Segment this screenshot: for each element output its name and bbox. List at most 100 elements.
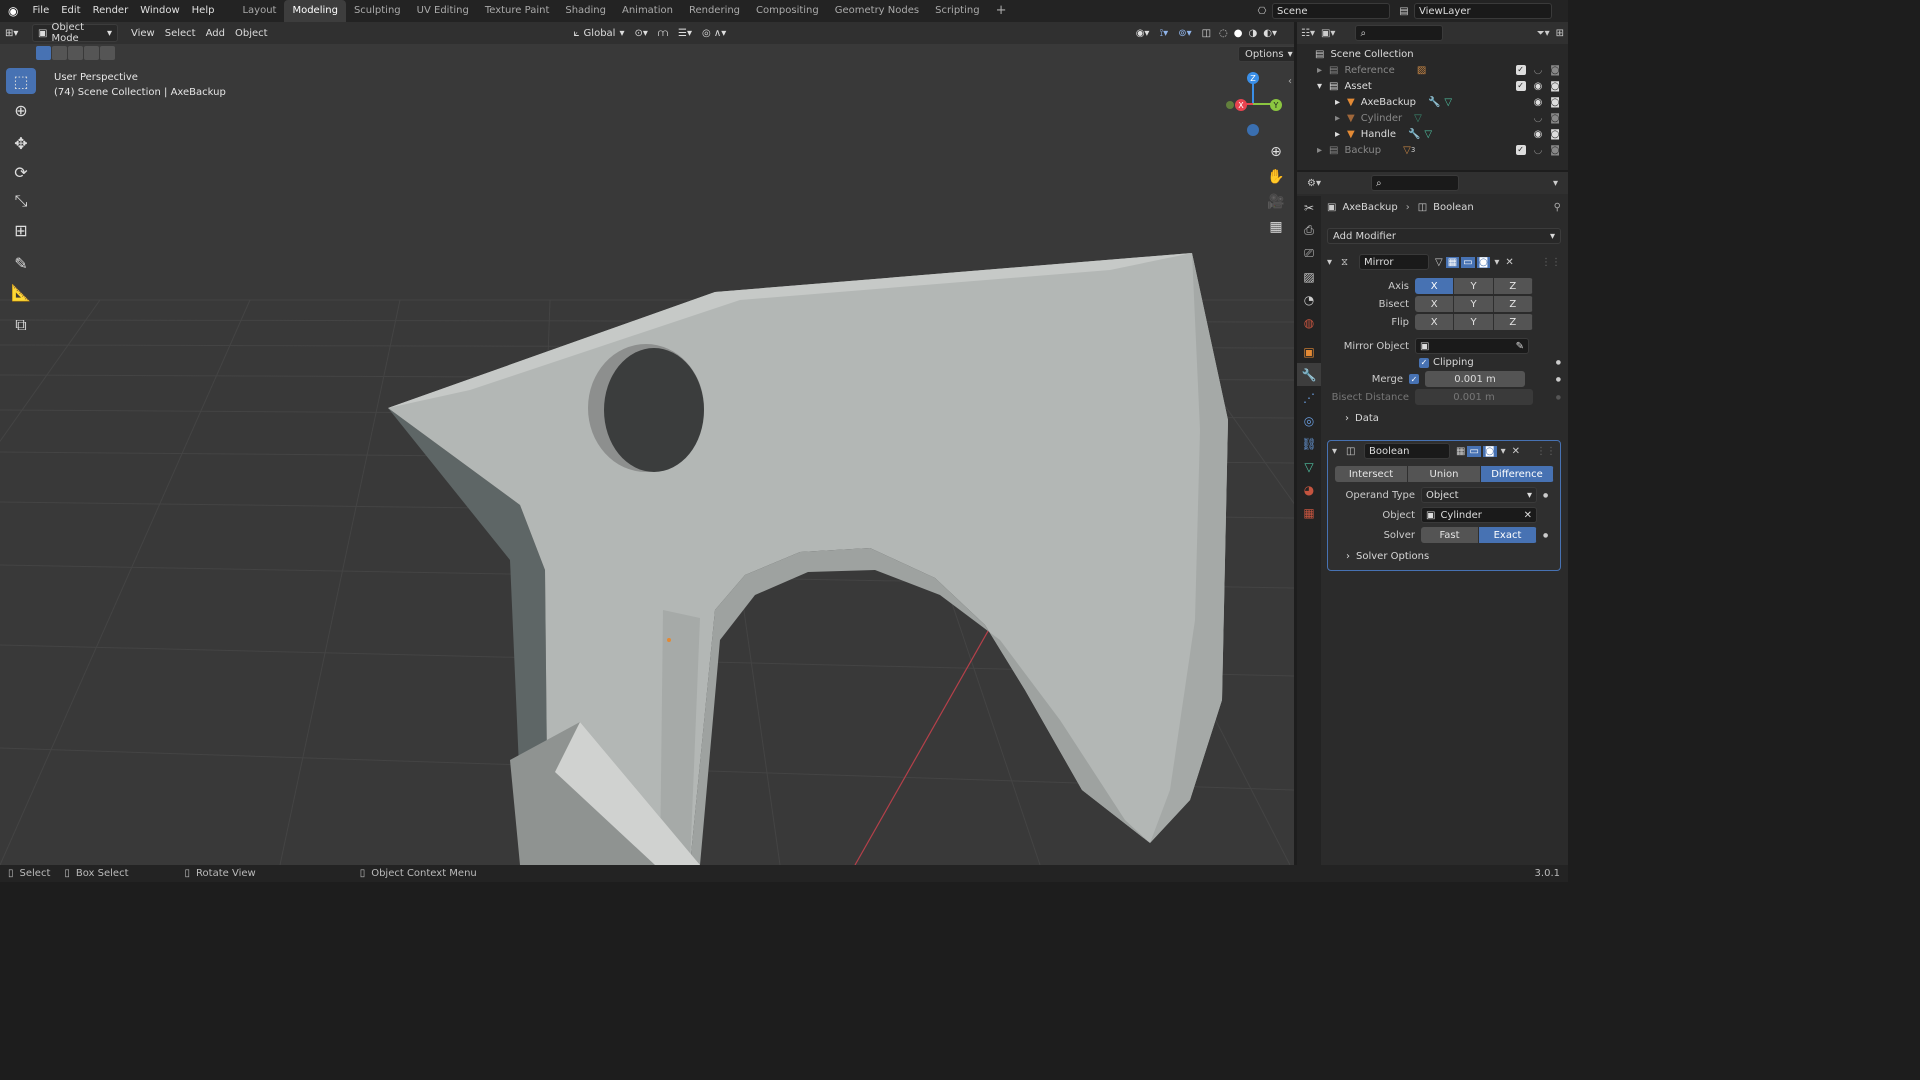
view-layer-icon[interactable]: ▤ [1394,6,1414,17]
bisect-distance-field[interactable]: 0.001 m [1415,389,1533,405]
tool-tab-icon[interactable]: ✂ [1297,196,1321,219]
sidebar-toggle-icon[interactable]: ‹ [1288,76,1292,87]
menu-help[interactable]: Help [186,0,221,22]
merge-value-field[interactable]: 0.001 m [1425,371,1525,387]
viewport-display-icon[interactable]: ▭ [1461,256,1475,268]
camera-icon[interactable]: ◙ [1550,145,1560,156]
blender-logo-icon[interactable]: ◉ [0,0,26,22]
gizmo-neg-z-axis[interactable] [1247,124,1259,136]
view-layer-field[interactable]: ViewLayer [1414,3,1552,19]
data-tab-icon[interactable]: ▽ [1297,455,1321,478]
menu-render[interactable]: Render [87,0,135,22]
menu-object[interactable]: Object [230,24,273,42]
boolean-name-field[interactable]: Boolean [1364,443,1450,459]
editmode-cage-icon[interactable]: ▦ [1456,446,1465,457]
render-display-icon[interactable]: ◙ [1476,256,1491,268]
physics-tab-icon[interactable]: ◎ [1297,409,1321,432]
tab-rendering[interactable]: Rendering [681,0,748,22]
outliner-search-input[interactable]: ⌕ [1355,25,1444,41]
select-new-icon[interactable] [36,46,51,60]
mirror-name-field[interactable]: Mirror [1359,254,1429,270]
axis-y-button[interactable]: Y [1454,278,1494,294]
properties-editor-icon[interactable]: ⚙▾ [1307,178,1321,189]
tab-uv-editing[interactable]: UV Editing [409,0,477,22]
camera-icon[interactable]: ◙ [1550,97,1560,108]
annotate-tool-icon[interactable]: ✎ [6,250,36,276]
shading-solid-icon[interactable]: ● [1231,24,1246,42]
tab-geometry-nodes[interactable]: Geometry Nodes [827,0,927,22]
eye-hidden-icon[interactable]: ◡ [1534,145,1543,156]
shading-rendered-icon[interactable]: ◐▾ [1260,24,1280,42]
gizmo-toggle-icon[interactable]: ⟟▾ [1154,24,1173,42]
outliner-item-asset[interactable]: ▾ ▤ Asset ✓ ◉ ◙ [1297,78,1568,94]
chevron-down-icon[interactable]: ▾ [1494,257,1499,268]
options-dropdown[interactable]: Options ▾ [1238,46,1294,62]
chevron-down-icon[interactable]: ▾ [1553,178,1558,189]
outliner-item-reference[interactable]: ▸ ▤ Reference ▨ ✓ ◡ ◙ [1297,62,1568,78]
select-invert-icon[interactable] [84,46,99,60]
solver-exact-button[interactable]: Exact [1479,527,1537,543]
measure-tool-icon[interactable]: 📐 [6,279,36,305]
outliner-item-handle[interactable]: ▸ ▼ Handle 🔧 ▽ ◉ ◙ [1297,126,1568,142]
editmode-cage-icon[interactable]: ▦ [1445,256,1460,268]
bisect-x-button[interactable]: X [1415,296,1455,312]
outliner-item-axebackup[interactable]: ▸ ▼ AxeBackup 🔧 ▽ ◉ ◙ [1297,94,1568,110]
union-button[interactable]: Union [1408,466,1481,482]
zoom-icon[interactable]: ⊕ [1264,140,1288,164]
keyframe-dot-icon[interactable]: ● [1543,532,1548,539]
camera-icon[interactable]: ◙ [1550,129,1560,140]
data-subpanel[interactable]: › Data [1327,413,1561,424]
solver-fast-button[interactable]: Fast [1421,527,1479,543]
keyframe-dot-icon[interactable]: ● [1556,394,1561,401]
shading-wireframe-icon[interactable]: ◌ [1216,24,1231,42]
edit-mode-toggle-icon[interactable]: ▽ [1435,257,1443,268]
axis-x-button[interactable]: X [1415,278,1455,294]
menu-file[interactable]: File [26,0,55,22]
keyframe-dot-icon[interactable]: ● [1556,376,1561,383]
add-workspace-icon[interactable]: + [988,0,1015,22]
output-tab-icon[interactable]: ⎚ [1297,242,1321,265]
menu-edit[interactable]: Edit [55,0,86,22]
snap-target-icon[interactable]: ☰▾ [673,24,697,42]
eye-hidden-icon[interactable]: ◡ [1534,113,1543,124]
add-modifier-dropdown[interactable]: Add Modifier ▾ [1327,228,1561,244]
shading-material-icon[interactable]: ◑ [1246,24,1261,42]
camera-icon[interactable]: ◙ [1550,113,1560,124]
scene-field[interactable]: Scene [1272,3,1390,19]
navigation-gizmo[interactable]: Z Y X [1218,68,1288,142]
axis-z-button[interactable]: Z [1493,278,1533,294]
solver-options-subpanel[interactable]: › Solver Options [1328,551,1560,562]
tab-texture-paint[interactable]: Texture Paint [477,0,558,22]
mirror-object-field[interactable]: ▣ ✎ [1415,338,1529,354]
pin-icon[interactable]: ⚲ [1554,202,1561,213]
properties-search-input[interactable]: ⌕ [1370,175,1459,191]
select-subtract-icon[interactable] [68,46,83,60]
editor-type-icon[interactable]: ⊞▾ [0,24,32,42]
eye-icon[interactable]: ◉ [1534,129,1543,140]
view-layer-tab-icon[interactable]: ▨ [1297,265,1321,288]
eyedropper-icon[interactable]: ✎ [1516,341,1524,352]
mode-dropdown[interactable]: ▣ Object Mode ▾ [32,22,118,44]
particles-tab-icon[interactable]: ⋰ [1297,386,1321,409]
camera-icon[interactable]: ◙ [1550,81,1560,92]
render-tab-icon[interactable]: ⎙ [1297,219,1321,242]
outliner-scene-collection[interactable]: ▤ Scene Collection [1297,46,1568,62]
eye-icon[interactable]: ◉ [1534,97,1543,108]
outliner-item-cylinder[interactable]: ▸ ▼ Cylinder ▽ ◡ ◙ [1297,110,1568,126]
viewport-display-icon[interactable]: ▭ [1467,445,1481,457]
eye-hidden-icon[interactable]: ◡ [1534,65,1543,76]
move-tool-icon[interactable]: ✥ [6,130,36,156]
select-intersect-icon[interactable] [100,46,115,60]
filter-icon[interactable]: ⏷▾ [1537,28,1550,39]
tab-sculpting[interactable]: Sculpting [346,0,409,22]
outliner-item-backup[interactable]: ▸ ▤ Backup ▽ 3 ✓ ◡ ◙ [1297,142,1568,158]
outliner-editor-icon[interactable]: ☷▾ [1301,28,1315,39]
flip-z-button[interactable]: Z [1493,314,1533,330]
menu-add[interactable]: Add [201,24,230,42]
clipping-checkbox[interactable]: ✓ [1419,357,1429,368]
rotate-tool-icon[interactable]: ⟳ [6,159,36,185]
bisect-z-button[interactable]: Z [1493,296,1533,312]
proportional-edit-icon[interactable]: ◎ ∧▾ [697,24,731,42]
object-tab-icon[interactable]: ▣ [1297,340,1321,363]
transform-tool-icon[interactable]: ⊞ [6,217,36,243]
